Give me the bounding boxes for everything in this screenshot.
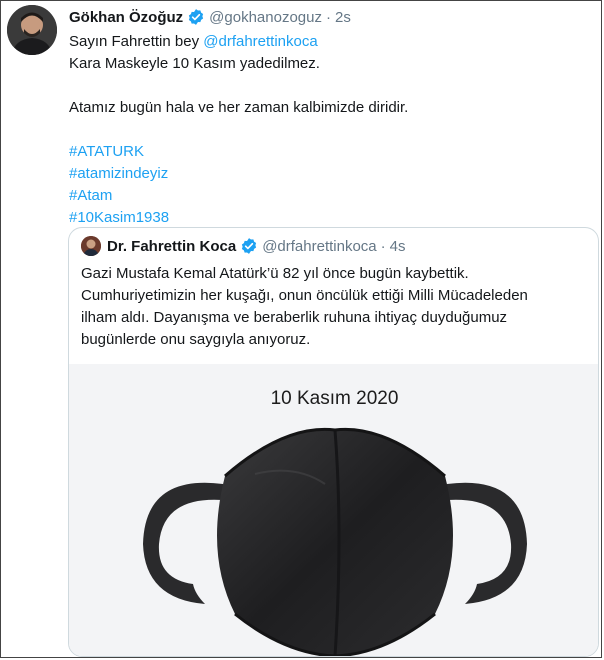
verified-badge-icon bbox=[189, 9, 204, 25]
quoted-line: ilham aldı. Dayanışma ve beraberlik ruhu… bbox=[81, 309, 508, 326]
quoted-line: bugünlerde onu saygıyla anıyoruz. bbox=[81, 331, 311, 348]
tweet-line-text: Sayın Fahrettin bey bbox=[69, 33, 204, 50]
tweet-line: Atamız bugün hala ve her zaman kalbimizd… bbox=[69, 99, 409, 116]
hashtag-link[interactable]: #Atam bbox=[69, 185, 589, 207]
header-separator: · bbox=[325, 8, 331, 26]
image-caption: 10 Kasım 2020 bbox=[270, 388, 399, 409]
tweet: Gökhan Özoğuz @gokhanozoguz · 2s Sayın F… bbox=[0, 0, 604, 660]
tweet-text: Sayın Fahrettin bey @drfahrettinkoca Kar… bbox=[69, 31, 589, 229]
tweet-header: Gökhan Özoğuz @gokhanozoguz · 2s bbox=[69, 7, 351, 27]
hashtag-link[interactable]: #10Kasim1938 bbox=[69, 207, 589, 229]
quoted-tweet-header: Dr. Fahrettin Koca @drfahrettinkoca · 4s bbox=[81, 236, 406, 256]
quoted-tweet[interactable]: Dr. Fahrettin Koca @drfahrettinkoca · 4s… bbox=[68, 227, 599, 657]
tweet-line: Sayın Fahrettin bey @drfahrettinkoca bbox=[69, 31, 589, 53]
quoted-timestamp[interactable]: 4s bbox=[390, 238, 406, 255]
quoted-author-handle[interactable]: @drfahrettinkoca bbox=[262, 238, 376, 255]
author-name[interactable]: Gökhan Özoğuz bbox=[69, 9, 183, 26]
quoted-line: Gazi Mustafa Kemal Atatürk’ü 82 yıl önce… bbox=[81, 265, 469, 282]
quoted-media-image[interactable]: 10 Kasım 2020 bbox=[69, 364, 598, 656]
quoted-author-avatar[interactable] bbox=[81, 236, 101, 256]
author-avatar[interactable] bbox=[7, 5, 57, 55]
quoted-author-name[interactable]: Dr. Fahrettin Koca bbox=[107, 238, 236, 255]
author-handle[interactable]: @gokhanozoguz bbox=[209, 9, 322, 26]
tweet-timestamp[interactable]: 2s bbox=[335, 9, 351, 26]
hashtag-link[interactable]: #atamizindeyiz bbox=[69, 163, 589, 185]
quoted-line: Cumhuriyetimizin her kuşağı, onun öncülü… bbox=[81, 287, 528, 304]
quoted-tweet-text: Gazi Mustafa Kemal Atatürk’ü 82 yıl önce… bbox=[81, 263, 586, 351]
hashtag-link[interactable]: #ATATURK bbox=[69, 141, 589, 163]
mention-link[interactable]: @drfahrettinkoca bbox=[203, 33, 317, 50]
verified-badge-icon bbox=[242, 238, 257, 254]
header-separator: · bbox=[380, 237, 386, 255]
tweet-line: Kara Maskeyle 10 Kasım yadedilmez. bbox=[69, 55, 320, 72]
black-face-mask-image bbox=[143, 427, 527, 656]
